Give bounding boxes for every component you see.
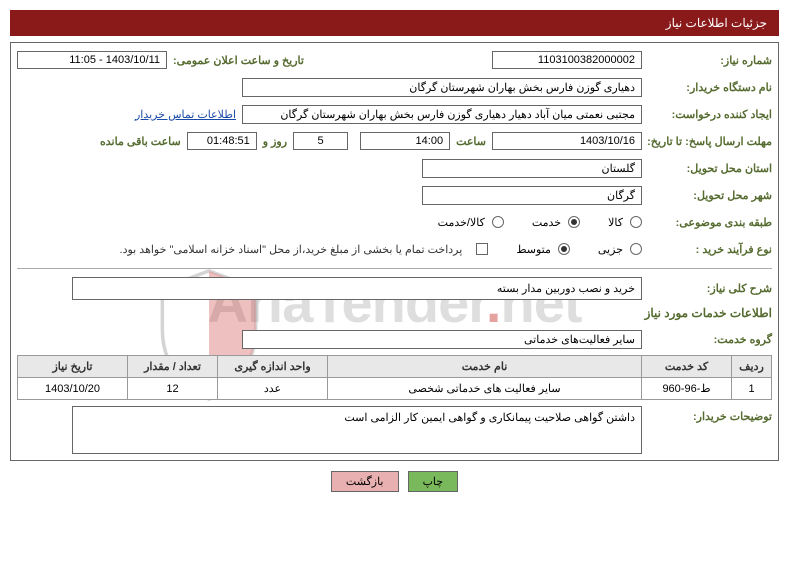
radio-kala-khadmat[interactable]: [492, 216, 504, 228]
footer-buttons: چاپ بازگشت: [0, 471, 789, 492]
th-unit: واحد اندازه گیری: [218, 356, 328, 378]
table-row: 1 ط-96-960 سایر فعالیت های خدماتی شخصی ع…: [18, 378, 772, 400]
radio-motevaset-label: متوسط: [516, 243, 551, 256]
radio-khadmat-label: خدمت: [532, 216, 561, 229]
deadline-time: 14:00: [360, 132, 450, 150]
process-type-label: نوع فرآیند خرید :: [642, 243, 772, 256]
radio-khadmat[interactable]: [568, 216, 580, 228]
subject-class-radios: کالا خدمت کالا/خدمت: [438, 216, 642, 229]
th-row: ردیف: [732, 356, 772, 378]
buyer-notes-value: داشتن گواهی صلاحیت پیمانکاری و گواهی ایم…: [72, 406, 642, 454]
td-qty: 12: [128, 378, 218, 400]
td-date: 1403/10/20: [18, 378, 128, 400]
panel-title: جزئیات اطلاعات نیاز: [666, 16, 767, 30]
radio-kala[interactable]: [630, 216, 642, 228]
service-group-value: سایر فعالیت‌های خدماتی: [242, 330, 642, 349]
province-label: استان محل تحویل:: [642, 162, 772, 175]
print-button[interactable]: چاپ: [408, 471, 459, 492]
radio-motevaset[interactable]: [558, 243, 570, 255]
services-table: ردیف کد خدمت نام خدمت واحد اندازه گیری ت…: [17, 355, 772, 400]
panel-header: جزئیات اطلاعات نیاز: [10, 10, 779, 36]
requester-label: ایجاد کننده درخواست:: [642, 108, 772, 121]
deadline-remaining-label: ساعت باقی مانده: [94, 135, 187, 148]
province-value: گلستان: [422, 159, 642, 178]
radio-kala-khadmat-label: کالا/خدمت: [438, 216, 485, 229]
subject-class-label: طبقه بندی موضوعی:: [642, 216, 772, 229]
treasury-note: پرداخت تمام یا بخشی از مبلغ خرید،از محل …: [120, 243, 469, 256]
overall-desc-label: شرح کلی نیاز:: [642, 282, 772, 295]
announce-value: 1403/10/11 - 11:05: [17, 51, 167, 69]
services-section-title: اطلاعات خدمات مورد نیاز: [17, 306, 772, 320]
buyer-org-label: نام دستگاه خریدار:: [642, 81, 772, 94]
process-type-radios: جزیی متوسط پرداخت تمام یا بخشی از مبلغ خ…: [120, 243, 642, 256]
requester-value: مجتبی نعمتی میان آباد دهیار دهیاری گوزن …: [242, 105, 642, 124]
city-value: گرگان: [422, 186, 642, 205]
td-row: 1: [732, 378, 772, 400]
contact-buyer-link[interactable]: اطلاعات تماس خریدار: [135, 108, 242, 121]
th-code: کد خدمت: [642, 356, 732, 378]
deadline-days: 5: [293, 132, 348, 150]
deadline-time-label: ساعت: [450, 135, 492, 148]
th-qty: تعداد / مقدار: [128, 356, 218, 378]
radio-jozie-label: جزیی: [598, 243, 623, 256]
city-label: شهر محل تحویل:: [642, 189, 772, 202]
treasury-checkbox[interactable]: [476, 243, 488, 255]
deadline-date: 1403/10/16: [492, 132, 642, 150]
details-panel: شماره نیاز: 1103100382000002 تاریخ و ساع…: [10, 42, 779, 461]
buyer-notes-label: توضیحات خریدار:: [642, 406, 772, 423]
buyer-org-value: دهیاری گوزن فارس بخش بهاران شهرستان گرگا…: [242, 78, 642, 97]
radio-jozie[interactable]: [630, 243, 642, 255]
td-name: سایر فعالیت های خدماتی شخصی: [328, 378, 642, 400]
th-name: نام خدمت: [328, 356, 642, 378]
th-date: تاریخ نیاز: [18, 356, 128, 378]
req-number-value: 1103100382000002: [492, 51, 642, 69]
td-unit: عدد: [218, 378, 328, 400]
deadline-clock: 01:48:51: [187, 132, 257, 150]
service-group-label: گروه خدمت:: [642, 333, 772, 346]
td-code: ط-96-960: [642, 378, 732, 400]
req-number-label: شماره نیاز:: [642, 54, 772, 67]
overall-desc-value: خرید و نصب دوربین مدار بسته: [72, 277, 642, 300]
announce-label: تاریخ و ساعت اعلان عمومی:: [167, 54, 310, 67]
deadline-days-label: روز و: [257, 135, 293, 148]
deadline-label: مهلت ارسال پاسخ: تا تاریخ:: [642, 135, 772, 148]
radio-kala-label: کالا: [608, 216, 623, 229]
back-button[interactable]: بازگشت: [331, 471, 399, 492]
